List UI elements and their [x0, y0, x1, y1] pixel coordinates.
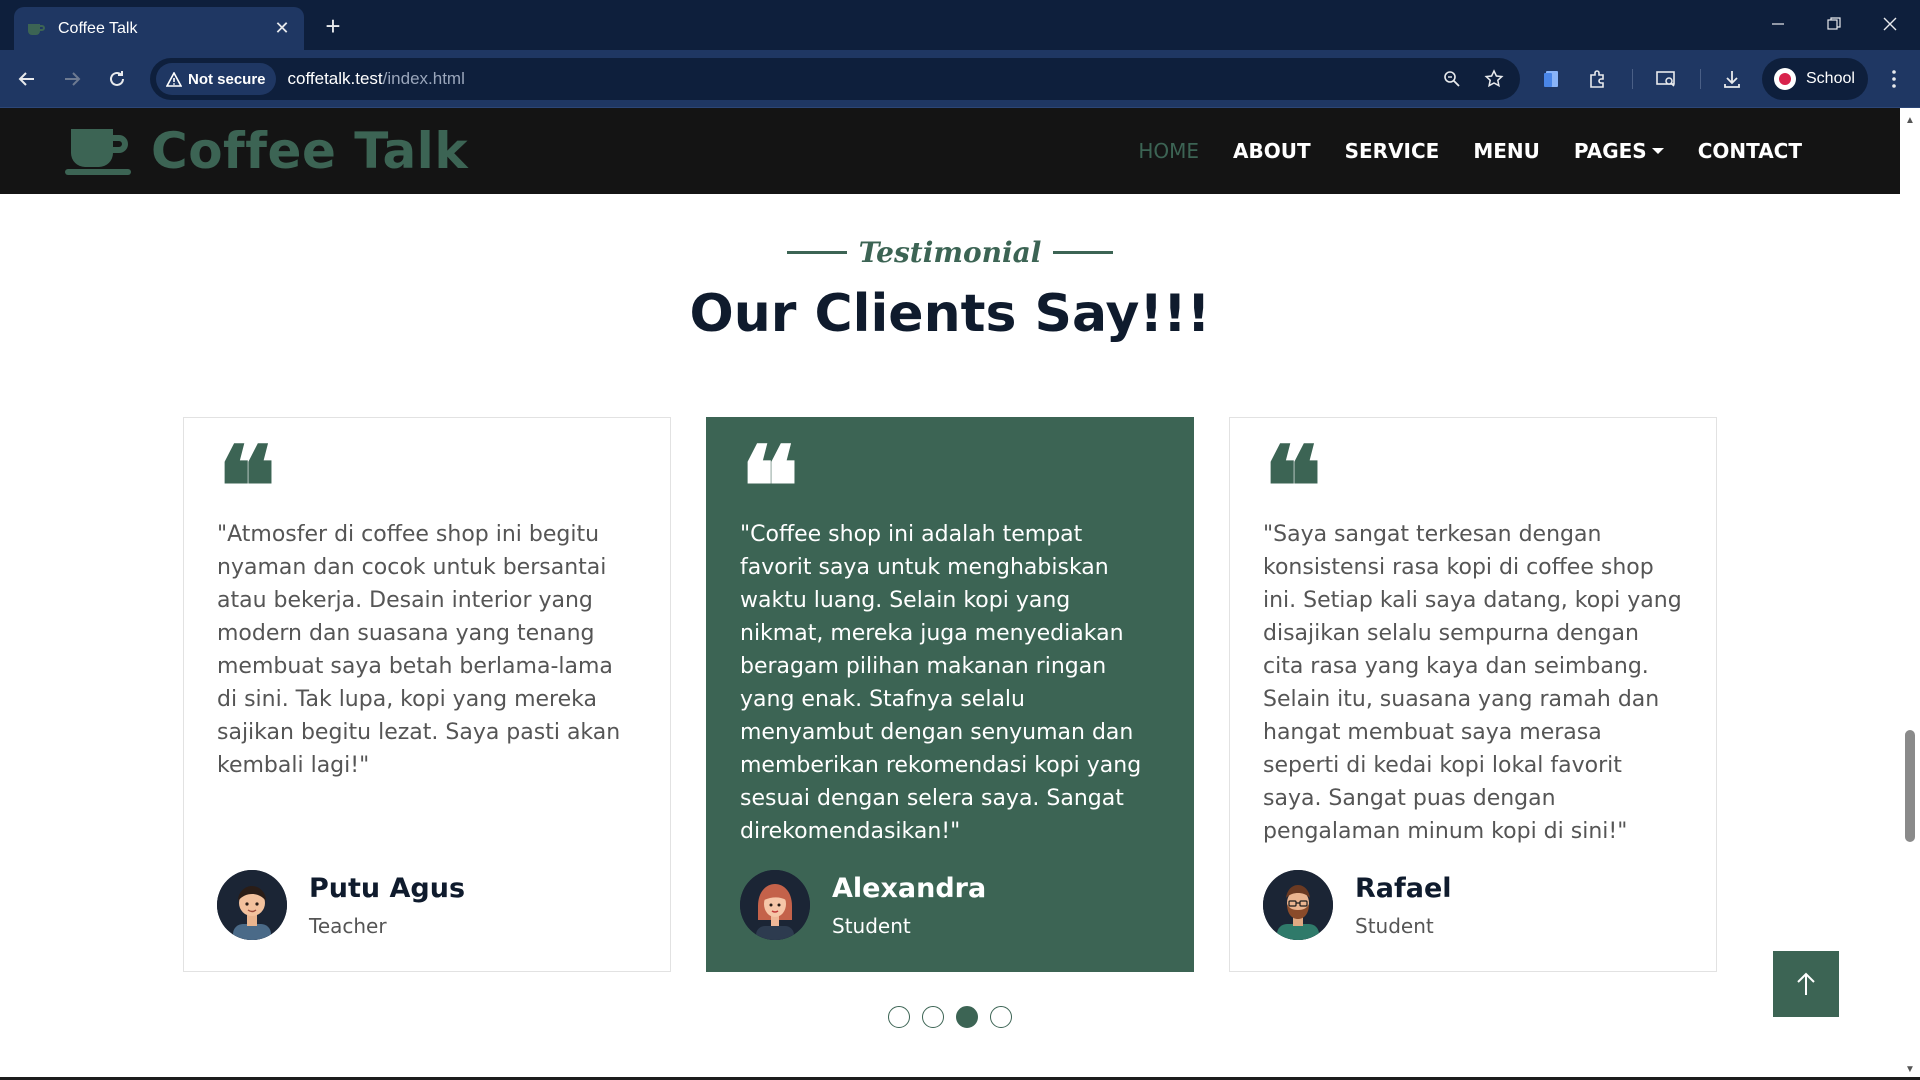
screen-search-icon — [1656, 71, 1675, 87]
nav-about[interactable]: ABOUT — [1233, 139, 1311, 163]
author-name: Putu Agus — [309, 872, 466, 904]
nav-home[interactable]: HOME — [1138, 139, 1199, 163]
back-button[interactable] — [12, 64, 42, 94]
url-text[interactable]: coffetalk.test/index.html — [288, 69, 465, 89]
cast-button[interactable] — [1652, 65, 1680, 93]
warning-icon — [166, 71, 182, 87]
author-name: Rafael — [1355, 872, 1452, 904]
carousel-dot-4[interactable] — [990, 1006, 1012, 1028]
browser-tab[interactable]: Coffee Talk ✕ — [14, 7, 304, 50]
avatar-woman-icon — [740, 870, 810, 940]
close-icon — [1883, 17, 1897, 31]
site-logo[interactable]: Coffee Talk — [65, 122, 468, 180]
page-scrollbar[interactable]: ▲ ▼ — [1900, 108, 1920, 1078]
document-icon — [1544, 71, 1558, 87]
author-role: Teacher — [309, 913, 387, 938]
new-tab-button[interactable]: + — [318, 11, 348, 41]
main-menu: HOME ABOUT SERVICE MENU PAGES CONTACT — [1104, 108, 1802, 194]
profile-avatar-icon — [1774, 68, 1796, 90]
section-subtitle-text: Testimonial — [858, 236, 1042, 269]
star-icon — [1484, 69, 1504, 88]
extensions-button[interactable] — [1584, 65, 1612, 93]
kebab-menu-icon — [1892, 70, 1896, 88]
author-role: Student — [832, 913, 911, 938]
browser-toolbar: Not secure coffetalk.test/index.html Sch… — [0, 50, 1920, 108]
zoom-icon — [1444, 71, 1460, 87]
quote-icon: ❝ — [217, 422, 276, 551]
scrollbar-thumb[interactable] — [1905, 730, 1915, 842]
close-tab-icon[interactable]: ✕ — [272, 18, 292, 39]
site-navbar: Coffee Talk HOME ABOUT SERVICE MENU PAGE… — [0, 108, 1900, 194]
url-path: /index.html — [382, 69, 465, 88]
download-icon — [1724, 71, 1740, 88]
decorative-line — [1053, 251, 1114, 254]
nav-contact[interactable]: CONTACT — [1698, 139, 1802, 163]
avatar — [740, 870, 810, 940]
back-to-top-button[interactable] — [1773, 951, 1839, 1017]
url-host: coffetalk.test — [287, 69, 383, 88]
profile-label: School — [1806, 70, 1855, 87]
address-bar[interactable]: Not secure coffetalk.test/index.html — [150, 58, 1520, 100]
avatar — [217, 870, 287, 940]
testimonial-author: Putu Agus Teacher — [217, 870, 465, 940]
nav-menu[interactable]: MENU — [1473, 139, 1540, 163]
nav-pages-label: PAGES — [1573, 139, 1647, 163]
reload-button[interactable] — [102, 64, 132, 94]
testimonial-author: Alexandra Student — [740, 870, 986, 940]
page-viewport: Coffee Talk HOME ABOUT SERVICE MENU PAGE… — [0, 108, 1900, 1078]
coffee-cup-icon — [28, 23, 45, 35]
testimonial-card: ❝ "Saya sangat terkesan dengan konsisten… — [1229, 417, 1717, 972]
testimonial-text: "Atmosfer di coffee shop ini begitu nyam… — [217, 522, 621, 778]
section-subtitle: Testimonial — [0, 236, 1900, 269]
carousel-dot-2[interactable] — [922, 1006, 944, 1028]
testimonial-card-active: ❝ "Coffee shop ini adalah tempat favorit… — [706, 417, 1194, 972]
security-label: Not secure — [188, 70, 266, 88]
forward-button[interactable] — [57, 64, 87, 94]
coffee-cup-icon — [65, 129, 131, 175]
nav-service[interactable]: SERVICE — [1345, 139, 1440, 163]
section-title: Our Clients Say!!! — [689, 284, 1211, 344]
scroll-down-arrow-icon[interactable]: ▼ — [1904, 1063, 1916, 1075]
testimonial-text: "Saya sangat terkesan dengan konsistensi… — [1263, 522, 1682, 844]
security-indicator[interactable]: Not secure — [156, 63, 276, 95]
avatar-man-icon — [217, 870, 287, 940]
tab-title: Coffee Talk — [58, 19, 138, 37]
arrow-left-icon — [18, 72, 34, 86]
restore-icon — [1827, 17, 1841, 30]
extension-docs-button[interactable] — [1538, 65, 1566, 93]
carousel-dots — [0, 1006, 1900, 1028]
arrow-up-icon — [1797, 972, 1815, 995]
carousel-dot-3[interactable] — [956, 1006, 978, 1028]
decorative-line — [786, 251, 847, 254]
minimize-button[interactable] — [1758, 8, 1798, 40]
avatar-bearded-man-icon — [1263, 870, 1333, 940]
browser-titlebar: Coffee Talk ✕ + — [0, 0, 1920, 50]
author-name: Alexandra — [832, 872, 987, 904]
logo-text: Coffee Talk — [151, 122, 469, 180]
reload-icon — [110, 71, 124, 86]
zoom-button[interactable] — [1440, 67, 1464, 91]
avatar — [1263, 870, 1333, 940]
testimonial-author: Rafael Student — [1263, 870, 1452, 940]
scroll-up-arrow-icon[interactable]: ▲ — [1904, 114, 1916, 126]
carousel-dot-1[interactable] — [888, 1006, 910, 1028]
bookmark-button[interactable] — [1482, 67, 1506, 91]
toolbar-divider — [1632, 69, 1633, 89]
quote-icon: ❝ — [1263, 422, 1322, 551]
profile-button[interactable]: School — [1762, 58, 1868, 100]
browser-menu-button[interactable] — [1880, 65, 1908, 93]
puzzle-icon — [1590, 70, 1604, 88]
restore-button[interactable] — [1814, 8, 1854, 40]
downloads-button[interactable] — [1718, 65, 1746, 93]
testimonial-card: ❝ "Atmosfer di coffee shop ini begitu ny… — [183, 417, 671, 972]
arrow-right-icon — [65, 72, 81, 86]
author-role: Student — [1355, 913, 1434, 938]
quote-icon: ❝ — [740, 422, 799, 551]
testimonial-text: "Coffee shop ini adalah tempat favorit s… — [740, 522, 1142, 844]
caret-down-icon — [1651, 148, 1664, 154]
minimize-icon — [1772, 23, 1784, 25]
close-window-button[interactable] — [1870, 8, 1910, 40]
nav-pages-dropdown[interactable]: PAGES — [1574, 139, 1664, 163]
toolbar-divider — [1700, 69, 1701, 89]
